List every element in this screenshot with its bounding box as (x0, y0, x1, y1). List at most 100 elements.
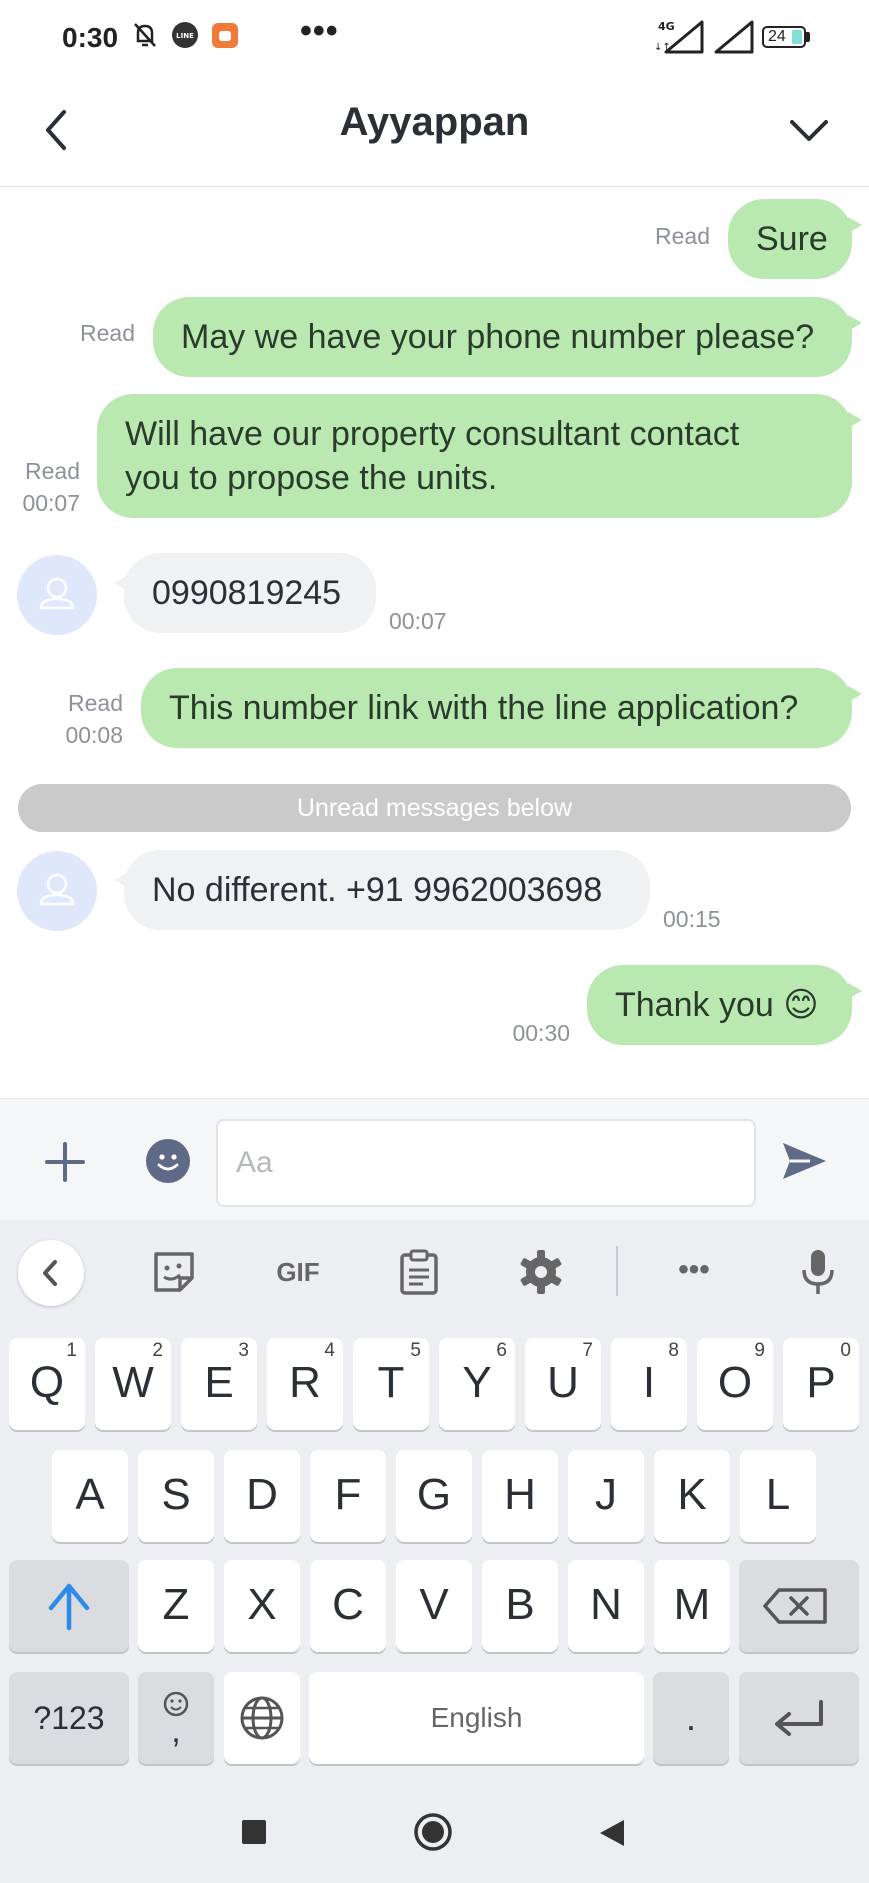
recents-icon[interactable] (242, 1820, 266, 1844)
battery-icon: 24 (762, 26, 806, 48)
comma-label: , (171, 1712, 181, 1750)
keyboard-back-button[interactable] (18, 1240, 84, 1306)
back-nav-icon[interactable] (598, 1818, 626, 1848)
language-key[interactable] (224, 1672, 300, 1764)
key-p[interactable]: P0 (783, 1338, 859, 1430)
backspace-key[interactable] (739, 1560, 859, 1652)
key-w[interactable]: W2 (95, 1338, 171, 1430)
outgoing-message[interactable]: Will have our property consultant contac… (97, 394, 862, 518)
contact-avatar[interactable] (17, 851, 97, 931)
enter-key[interactable] (739, 1672, 859, 1764)
clipboard-icon[interactable] (393, 1246, 445, 1298)
key-label: D (246, 1470, 278, 1519)
key-a[interactable]: A (52, 1450, 128, 1542)
message-meta: Read 00:07 (6, 455, 80, 519)
key-c[interactable]: C (310, 1560, 386, 1652)
message-text: No different. +91 9962003698 (152, 871, 603, 909)
key-f[interactable]: F (310, 1450, 386, 1542)
key-number-hint: 2 (152, 1340, 163, 1361)
outgoing-message[interactable]: May we have your phone number please? (153, 297, 862, 377)
key-label: T (377, 1358, 405, 1407)
key-m[interactable]: M (654, 1560, 730, 1652)
space-key[interactable]: English (309, 1672, 644, 1764)
period-key[interactable]: . (653, 1672, 729, 1764)
key-label: X (247, 1580, 277, 1629)
read-receipt: Read (655, 223, 710, 249)
outgoing-message[interactable]: This number link with the line applicati… (141, 668, 862, 748)
key-label: G (416, 1470, 452, 1519)
key-number-hint: 5 (410, 1340, 421, 1361)
key-r[interactable]: R4 (267, 1338, 343, 1430)
key-o[interactable]: O9 (697, 1338, 773, 1430)
status-time: 0:30 (62, 22, 119, 53)
key-e[interactable]: E3 (181, 1338, 257, 1430)
svg-text:4G: 4G (658, 20, 675, 33)
emoji-comma-key[interactable]: , (138, 1672, 214, 1764)
key-u[interactable]: U7 (525, 1338, 601, 1430)
message-text: 0990819245 (152, 574, 342, 612)
key-v[interactable]: V (396, 1560, 472, 1652)
key-label: S (161, 1470, 191, 1519)
key-x[interactable]: X (224, 1560, 300, 1652)
chevron-down-icon[interactable] (784, 106, 834, 156)
message-time: 00:07 (389, 608, 447, 634)
sticker-icon[interactable] (148, 1246, 200, 1298)
unread-divider: Unread messages below (18, 784, 851, 832)
message-input[interactable] (216, 1119, 756, 1207)
home-icon[interactable] (413, 1812, 453, 1852)
key-label: Y (462, 1358, 492, 1407)
message-time: 00:30 (512, 1020, 570, 1046)
send-icon[interactable] (780, 1139, 828, 1183)
shift-key[interactable] (9, 1560, 129, 1652)
mic-icon[interactable] (792, 1246, 844, 1298)
key-d[interactable]: D (224, 1450, 300, 1542)
key-z[interactable]: Z (138, 1560, 214, 1652)
key-b[interactable]: B (482, 1560, 558, 1652)
key-k[interactable]: K (654, 1450, 730, 1542)
message-text: Thank you 😊 (615, 986, 819, 1024)
more-icon[interactable]: ••• (668, 1246, 720, 1298)
key-label: R (289, 1358, 321, 1407)
key-l[interactable]: L (740, 1450, 816, 1542)
line-app-icon: LINE (170, 20, 200, 55)
key-g[interactable]: G (396, 1450, 472, 1542)
key-n[interactable]: N (568, 1560, 644, 1652)
key-label: I (642, 1358, 656, 1407)
contact-avatar[interactable] (17, 555, 97, 635)
symbols-key[interactable]: ?123 (9, 1672, 129, 1764)
plus-icon[interactable] (44, 1141, 86, 1183)
system-nav-bar (0, 1778, 869, 1883)
gear-icon[interactable] (515, 1246, 567, 1298)
mute-bell-icon (130, 20, 160, 55)
key-label: H (504, 1470, 536, 1519)
key-label: C (332, 1580, 364, 1629)
gif-button[interactable]: GIF (268, 1246, 328, 1298)
svg-text:LINE: LINE (176, 32, 194, 40)
message-time: 00:15 (663, 906, 721, 932)
key-label: W (112, 1358, 154, 1407)
chat-header: Ayyappan (0, 76, 869, 187)
key-t[interactable]: T5 (353, 1338, 429, 1430)
key-label: P (806, 1358, 836, 1407)
emoji-icon[interactable] (146, 1139, 190, 1183)
key-q[interactable]: Q1 (9, 1338, 85, 1430)
key-label: J (595, 1470, 617, 1519)
soft-keyboard: GIF ••• ?123 , English . Q1W2E3R4T5Y6U7I… (0, 1220, 869, 1778)
key-j[interactable]: J (568, 1450, 644, 1542)
message-list[interactable]: Read Sure Read May we have your phone nu… (0, 187, 869, 1097)
user-icon (39, 873, 75, 906)
key-s[interactable]: S (138, 1450, 214, 1542)
key-i[interactable]: I8 (611, 1338, 687, 1430)
key-y[interactable]: Y6 (439, 1338, 515, 1430)
key-label: U (547, 1358, 579, 1407)
message-text: This number link with the line applicati… (169, 689, 799, 727)
key-number-hint: 1 (66, 1340, 77, 1361)
message-meta: Read 00:08 (50, 687, 123, 751)
message-composer (0, 1098, 869, 1221)
incoming-message[interactable]: No different. +91 9962003698 (114, 850, 650, 930)
incoming-message[interactable]: 0990819245 (114, 553, 376, 633)
outgoing-message[interactable]: Sure (728, 199, 862, 279)
outgoing-message[interactable]: Thank you 😊 (587, 965, 862, 1045)
key-h[interactable]: H (482, 1450, 558, 1542)
message-text: Sure (756, 220, 828, 258)
